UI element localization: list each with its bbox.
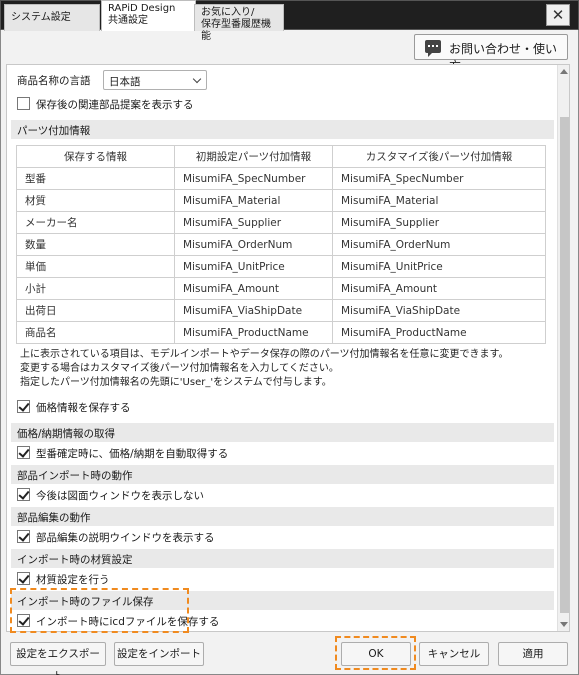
close-button[interactable]: ✕ (546, 4, 570, 26)
material-setting-checkbox[interactable] (17, 572, 30, 585)
material-setting-label: 材質設定を行う (36, 574, 110, 586)
custom-name-cell[interactable]: MisumiFA_ProductName (332, 321, 546, 344)
custom-name-cell[interactable]: MisumiFA_ViaShipDate (332, 299, 546, 322)
custom-name-cell[interactable]: MisumiFA_SpecNumber (332, 167, 546, 190)
settings-panel: 商品名称の言語 日本語 保存後の関連部品提案を表示する パーツ付加情報 保存する… (6, 64, 570, 632)
table-row: 単価 MisumiFA_UnitPrice MisumiFA_UnitPrice (16, 255, 546, 278)
export-settings-button[interactable]: 設定をエクスポート (10, 642, 106, 675)
auto-price-label: 型番確定時に、価格/納期を自動取得する (36, 448, 229, 460)
chevron-down-icon (192, 74, 202, 84)
file-save-highlight (10, 588, 189, 633)
parts-info-notes: 上に表示されている項目は、モデルインポートやデータ保存の際のパーツ付加情報名を任… (20, 349, 509, 388)
custom-name-cell[interactable]: MisumiFA_Amount (332, 277, 546, 300)
section-price-delivery: 価格/納期情報の取得 (11, 423, 554, 442)
ok-button-highlight (335, 636, 416, 670)
import-settings-button[interactable]: 設定をインポート (114, 642, 204, 666)
table-row: 型番 MisumiFA_SpecNumber MisumiFA_SpecNumber (16, 167, 546, 190)
language-value: 日本語 (109, 76, 141, 88)
scroll-down-arrow-icon[interactable] (560, 622, 568, 627)
language-select[interactable]: 日本語 (103, 70, 207, 90)
tab-system-settings[interactable]: システム設定 (4, 4, 100, 31)
save-price-label: 価格情報を保存する (36, 402, 131, 414)
parts-info-table: 保存する情報 初期設定パーツ付加情報 カスタマイズ後パーツ付加情報 型番 Misu… (16, 145, 546, 344)
language-label: 商品名称の言語 (17, 75, 91, 87)
column-header: カスタマイズ後パーツ付加情報 (332, 145, 546, 168)
hide-drawing-checkbox[interactable] (17, 488, 30, 501)
custom-name-cell[interactable]: MisumiFA_Material (332, 189, 546, 212)
scrollbar-thumb[interactable] (560, 117, 569, 613)
custom-name-cell[interactable]: MisumiFA_Supplier (332, 211, 546, 234)
table-row: 材質 MisumiFA_Material MisumiFA_Material (16, 189, 546, 212)
table-row: 商品名 MisumiFA_ProductName MisumiFA_ProductN… (16, 321, 546, 344)
apply-button[interactable]: 適用 (498, 642, 568, 666)
edit-help-checkbox[interactable] (17, 530, 30, 543)
table-row: メーカー名 MisumiFA_Supplier MisumiFA_Supplier (16, 211, 546, 234)
cancel-button[interactable]: キャンセル (419, 642, 489, 666)
custom-name-cell[interactable]: MisumiFA_UnitPrice (332, 255, 546, 278)
scroll-up-arrow-icon[interactable] (560, 69, 568, 74)
tab-favorites-history[interactable]: お気に入り/ 保存型番履歴機能 (194, 4, 284, 42)
chat-icon (425, 40, 441, 57)
related-parts-checkbox[interactable] (17, 97, 30, 110)
table-row: 小計 MisumiFA_Amount MisumiFA_Amount (16, 277, 546, 300)
column-header: 保存する情報 (16, 145, 175, 168)
section-import-material: インポート時の材質設定 (11, 549, 554, 568)
auto-price-checkbox[interactable] (17, 446, 30, 459)
edit-help-label: 部品編集の説明ウインドウを表示する (36, 532, 215, 544)
tab-rapid-design-common[interactable]: RAPiD Design 共通設定 (101, 0, 196, 31)
column-header: 初期設定パーツ付加情報 (174, 145, 333, 168)
vertical-scrollbar[interactable] (557, 65, 569, 631)
section-import-behavior: 部品インポート時の動作 (11, 465, 554, 484)
section-parts-info: パーツ付加情報 (11, 120, 554, 139)
contact-help-button[interactable]: お問い合わせ・使い方 (414, 34, 568, 73)
hide-drawing-label: 今後は図面ウィンドウを表示しない (36, 490, 204, 502)
table-row: 数量 MisumiFA_OrderNum MisumiFA_OrderNum (16, 233, 546, 256)
section-part-edit: 部品編集の動作 (11, 507, 554, 526)
save-price-checkbox[interactable] (17, 400, 30, 413)
related-parts-label: 保存後の関連部品提案を表示する (36, 99, 194, 111)
custom-name-cell[interactable]: MisumiFA_OrderNum (332, 233, 546, 256)
table-row: 出荷日 MisumiFA_ViaShipDate MisumiFA_ViaShipD… (16, 299, 546, 322)
close-icon: ✕ (551, 6, 565, 24)
